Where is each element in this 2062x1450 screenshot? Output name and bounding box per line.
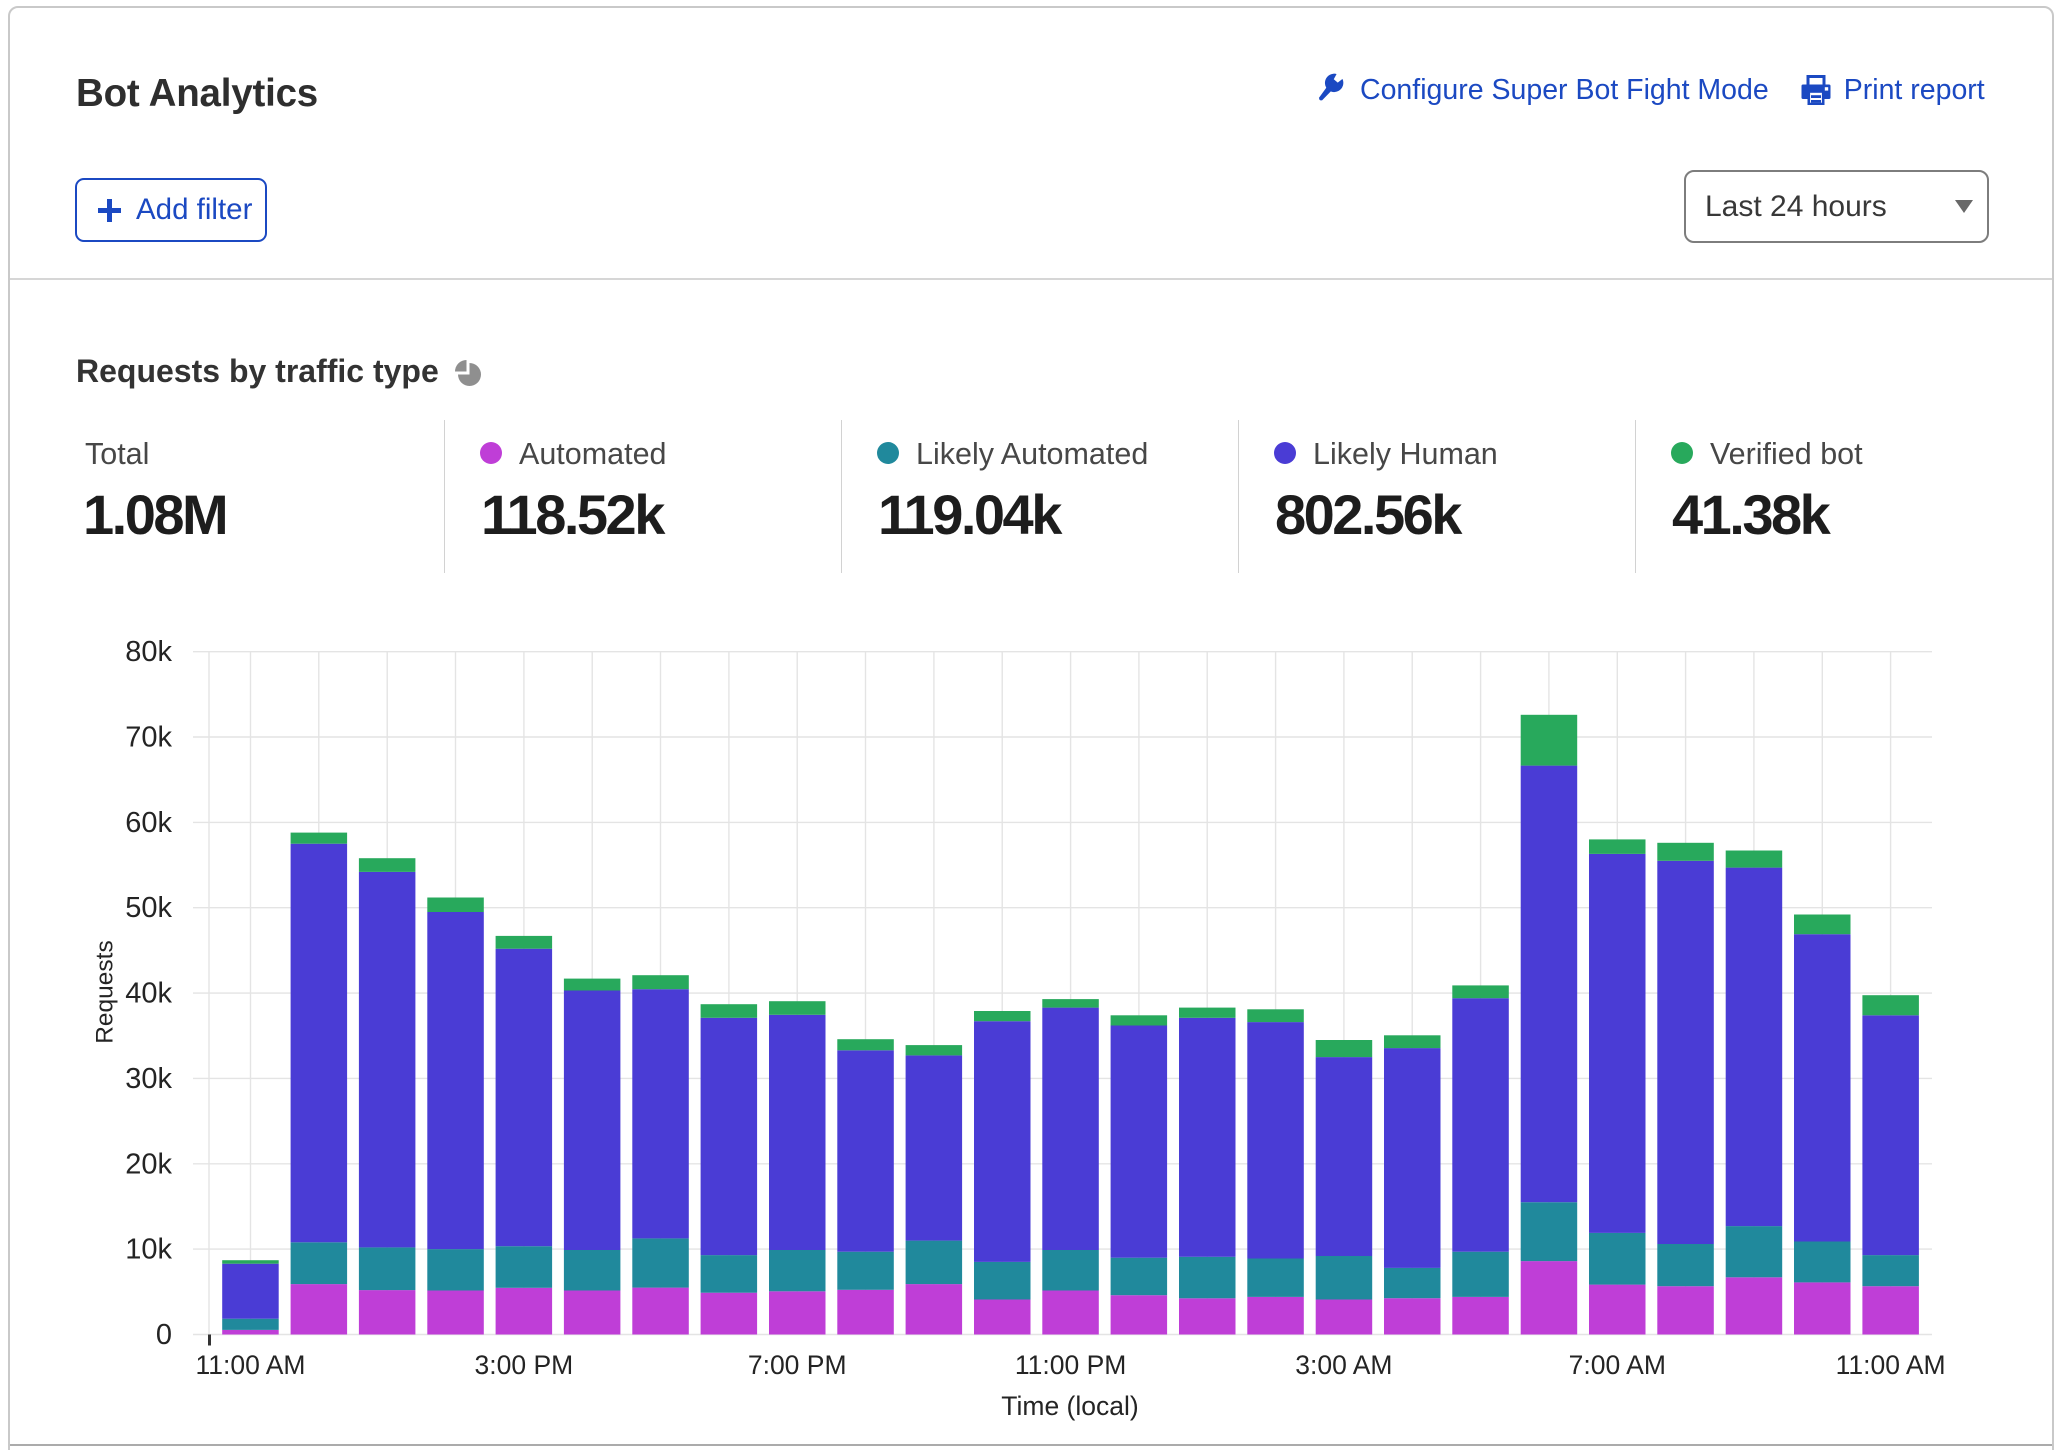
svg-text:7:00 AM: 7:00 AM — [1569, 1350, 1666, 1380]
svg-text:3:00 PM: 3:00 PM — [475, 1350, 574, 1380]
svg-text:60k: 60k — [125, 807, 172, 839]
svg-text:40k: 40k — [125, 978, 172, 1010]
svg-text:0: 0 — [156, 1319, 172, 1351]
svg-text:Time (local): Time (local) — [1001, 1391, 1138, 1421]
svg-text:70k: 70k — [125, 722, 172, 754]
svg-text:11:00 AM: 11:00 AM — [196, 1350, 306, 1380]
svg-text:7:00 PM: 7:00 PM — [748, 1350, 847, 1380]
svg-text:20k: 20k — [125, 1148, 172, 1180]
svg-text:10k: 10k — [125, 1234, 172, 1266]
svg-text:11:00 AM: 11:00 AM — [1836, 1350, 1946, 1380]
svg-text:50k: 50k — [125, 892, 172, 924]
svg-text:3:00 AM: 3:00 AM — [1295, 1350, 1392, 1380]
svg-text:11:00 PM: 11:00 PM — [1015, 1350, 1126, 1380]
svg-text:80k: 80k — [125, 636, 172, 668]
svg-text:Requests: Requests — [92, 940, 119, 1044]
svg-text:30k: 30k — [125, 1063, 172, 1095]
